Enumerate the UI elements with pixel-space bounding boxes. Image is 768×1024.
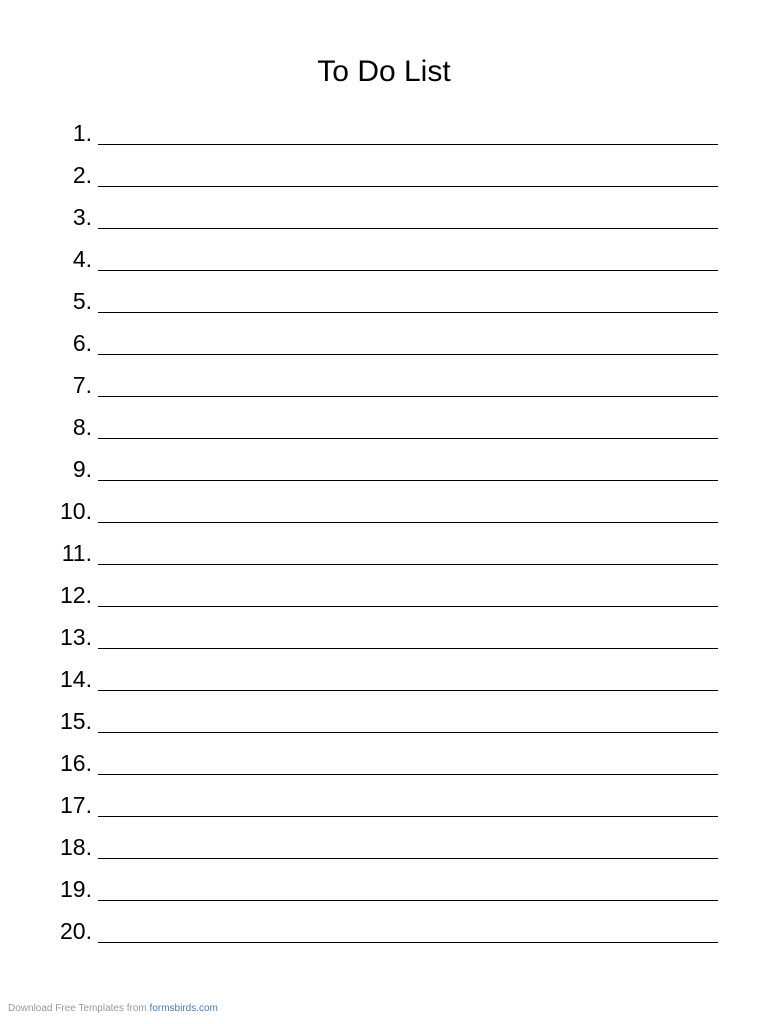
list-number: 20. xyxy=(40,918,98,949)
list-number: 17. xyxy=(40,792,98,823)
footer: Download Free Templates from formsbirds.… xyxy=(8,1003,218,1014)
list-line xyxy=(98,733,718,775)
list-line xyxy=(98,145,718,187)
list-line xyxy=(98,271,718,313)
list-line xyxy=(98,649,718,691)
list-number: 9. xyxy=(40,456,98,487)
list-line xyxy=(98,859,718,901)
list-number: 11. xyxy=(40,540,98,571)
list-number: 16. xyxy=(40,750,98,781)
list-number: 8. xyxy=(40,414,98,445)
todo-list: 1. 2. 3. 4. 5. 6. 7. 8. 9. 10. 11. xyxy=(0,109,768,949)
list-line xyxy=(98,313,718,355)
list-number: 10. xyxy=(40,498,98,529)
list-line xyxy=(98,901,718,943)
list-number: 18. xyxy=(40,834,98,865)
list-line xyxy=(98,565,718,607)
list-number: 14. xyxy=(40,666,98,697)
list-line xyxy=(98,439,718,481)
list-item: 20. xyxy=(40,907,718,949)
footer-link[interactable]: formsbirds.com xyxy=(150,1003,218,1014)
list-line xyxy=(98,355,718,397)
footer-text: Download Free Templates from xyxy=(8,1003,150,1014)
list-number: 3. xyxy=(40,204,98,235)
list-line xyxy=(98,523,718,565)
list-number: 4. xyxy=(40,246,98,277)
list-number: 12. xyxy=(40,582,98,613)
list-number: 2. xyxy=(40,162,98,193)
list-line xyxy=(98,187,718,229)
list-number: 1. xyxy=(40,120,98,151)
list-number: 15. xyxy=(40,708,98,739)
list-number: 7. xyxy=(40,372,98,403)
list-line xyxy=(98,775,718,817)
list-number: 19. xyxy=(40,876,98,907)
list-number: 13. xyxy=(40,624,98,655)
list-line xyxy=(98,103,718,145)
list-line xyxy=(98,691,718,733)
page-title: To Do List xyxy=(0,0,768,109)
list-line xyxy=(98,229,718,271)
list-line xyxy=(98,397,718,439)
list-line xyxy=(98,481,718,523)
list-line xyxy=(98,817,718,859)
list-line xyxy=(98,607,718,649)
list-number: 6. xyxy=(40,330,98,361)
list-number: 5. xyxy=(40,288,98,319)
